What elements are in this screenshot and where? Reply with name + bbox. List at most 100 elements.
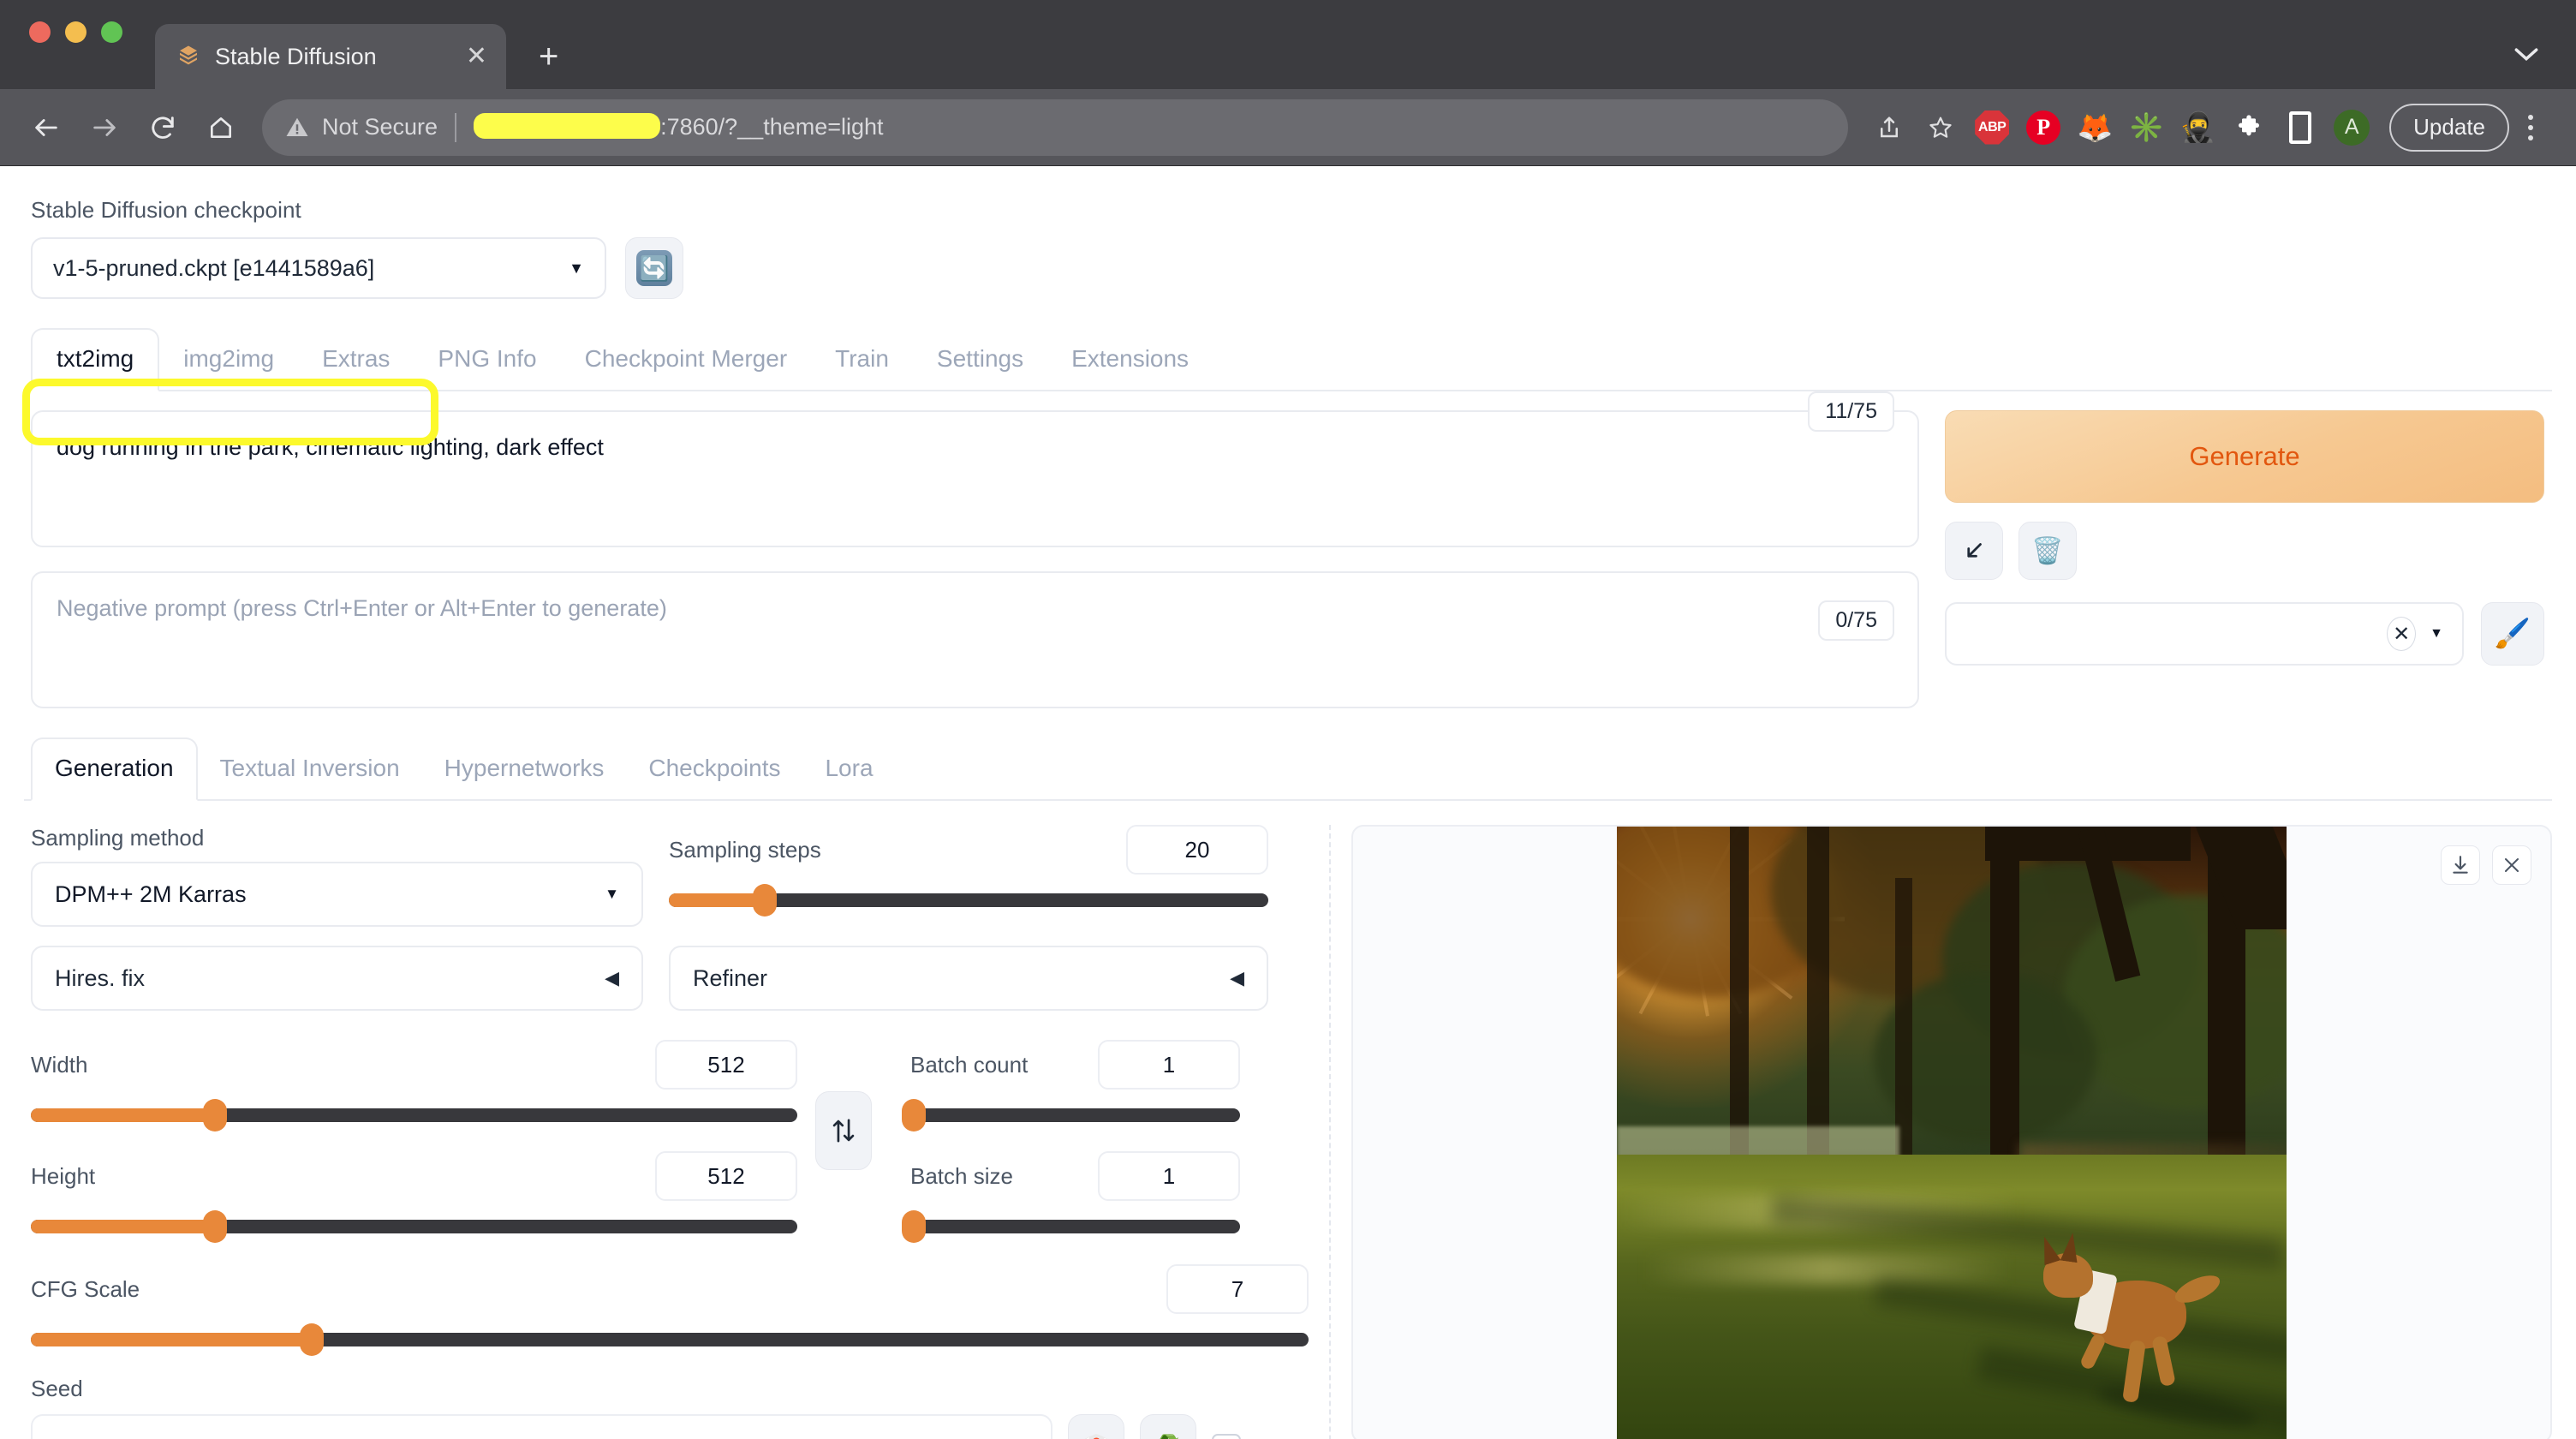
seed-input[interactable]: -1 bbox=[31, 1414, 1052, 1439]
tab-extensions[interactable]: Extensions bbox=[1047, 330, 1213, 390]
tab-checkpoint-merger[interactable]: Checkpoint Merger bbox=[561, 330, 812, 390]
security-status-label: Not Secure bbox=[322, 114, 438, 140]
height-value[interactable]: 512 bbox=[655, 1151, 797, 1201]
plus-icon[interactable]: + bbox=[539, 39, 558, 89]
generate-button[interactable]: Generate bbox=[1945, 410, 2544, 503]
metamask-fox-icon[interactable]: 🦊 bbox=[2069, 102, 2120, 153]
generate-column: Generate 🗑️ ✕ ▼ 🖌️ bbox=[1945, 410, 2544, 708]
width-slider[interactable] bbox=[31, 1108, 797, 1122]
batch-count-value[interactable]: 1 bbox=[1098, 1040, 1240, 1090]
close-icon[interactable]: ✕ bbox=[466, 44, 487, 69]
download-icon[interactable] bbox=[2441, 845, 2480, 885]
back-arrow-icon[interactable] bbox=[17, 99, 75, 157]
sampling-steps-slider[interactable] bbox=[669, 893, 1268, 907]
cfg-scale-value[interactable]: 7 bbox=[1166, 1264, 1309, 1314]
tab-img2img[interactable]: img2img bbox=[159, 330, 298, 390]
triangle-left-icon: ◀ bbox=[1230, 967, 1244, 989]
puzzle-extensions-icon[interactable] bbox=[2223, 102, 2275, 153]
forward-arrow-icon[interactable] bbox=[75, 99, 134, 157]
kebab-menu-icon[interactable] bbox=[2509, 102, 2552, 153]
chevron-down-icon: ▼ bbox=[2430, 626, 2443, 642]
skip-button[interactable]: 🗑️ bbox=[2018, 522, 2077, 580]
tab-generation[interactable]: Generation bbox=[31, 737, 198, 801]
sampling-steps-header: Sampling steps 20 bbox=[669, 825, 1268, 875]
cfg-scale-label: CFG Scale bbox=[31, 1276, 140, 1303]
hires-fix-accordion[interactable]: Hires. fix ◀ bbox=[31, 946, 643, 1011]
batch-count-slider[interactable] bbox=[910, 1108, 1240, 1122]
close-window-button[interactable] bbox=[29, 21, 51, 43]
adblock-plus-icon[interactable]: ABP bbox=[1966, 102, 2018, 153]
tab-textual-inversion[interactable]: Textual Inversion bbox=[198, 739, 422, 799]
height-header: Height 512 bbox=[31, 1151, 797, 1201]
tab-settings[interactable]: Settings bbox=[913, 330, 1047, 390]
edit-styles-button[interactable]: 🖌️ bbox=[2481, 602, 2544, 666]
recycle-icon: ♻️ bbox=[1153, 1434, 1184, 1439]
avatar[interactable]: A bbox=[2326, 102, 2377, 153]
sampling-steps-value[interactable]: 20 bbox=[1126, 825, 1268, 875]
refresh-checkpoints-button[interactable]: 🔄 bbox=[625, 237, 683, 299]
tab-hypernetworks[interactable]: Hypernetworks bbox=[422, 739, 627, 799]
star-icon[interactable] bbox=[1915, 102, 1966, 153]
sampler-row: Sampling method DPM++ 2M Karras ▼ Sampli… bbox=[31, 825, 1309, 927]
prompt-area: dog running in the park, cinematic light… bbox=[24, 410, 2552, 708]
styles-dropdown[interactable]: ✕ ▼ bbox=[1945, 602, 2464, 666]
pinterest-icon[interactable]: P bbox=[2018, 102, 2069, 153]
random-seed-button[interactable]: 🎲 bbox=[1068, 1414, 1124, 1439]
reuse-seed-button[interactable]: ♻️ bbox=[1140, 1414, 1196, 1439]
cfg-scale-header: CFG Scale 7 bbox=[31, 1264, 1309, 1314]
swap-dimensions-button[interactable] bbox=[815, 1091, 872, 1170]
checkpoint-row: v1-5-pruned.ckpt [e1441589a6] ▼ 🔄 bbox=[24, 237, 2552, 299]
generated-image-canvas bbox=[1617, 827, 2287, 1439]
grammarly-icon[interactable]: ✳️ bbox=[2120, 102, 2172, 153]
x-icon[interactable]: ✕ bbox=[2387, 617, 2416, 651]
webui-page: Stable Diffusion checkpoint v1-5-pruned.… bbox=[0, 166, 2576, 1439]
tab-extras[interactable]: Extras bbox=[298, 330, 414, 390]
address-bar[interactable]: Not Secure :7860/?__theme=light bbox=[262, 99, 1848, 156]
trash-icon: 🗑️ bbox=[2031, 536, 2063, 566]
paintbrush-icon: 🖌️ bbox=[2495, 617, 2531, 651]
window-traffic-lights bbox=[29, 0, 122, 89]
share-icon[interactable] bbox=[1863, 102, 1915, 153]
close-icon[interactable] bbox=[2492, 845, 2531, 885]
sidepanel-icon[interactable] bbox=[2275, 102, 2326, 153]
checkpoint-dropdown[interactable]: v1-5-pruned.ckpt [e1441589a6] ▼ bbox=[31, 237, 606, 299]
prompt-input[interactable]: dog running in the park, cinematic light… bbox=[31, 410, 1919, 547]
tab-txt2img[interactable]: txt2img bbox=[31, 328, 159, 391]
minimize-window-button[interactable] bbox=[65, 21, 86, 43]
refiner-accordion[interactable]: Refiner ◀ bbox=[669, 946, 1268, 1011]
output-toolbar bbox=[2441, 845, 2531, 885]
batch-group: Batch count 1 Batch size 1 bbox=[910, 1040, 1240, 1233]
extra-seed-checkbox[interactable] bbox=[1212, 1434, 1241, 1439]
batch-size-slider[interactable] bbox=[910, 1220, 1240, 1233]
dimensions-row: Width 512 Height 512 bbox=[31, 1040, 1309, 1233]
reload-icon[interactable] bbox=[134, 99, 192, 157]
swap-dimensions-group bbox=[797, 1040, 890, 1170]
triangle-left-icon: ◀ bbox=[605, 967, 619, 989]
update-button[interactable]: Update bbox=[2389, 104, 2509, 152]
sampling-method-value: DPM++ 2M Karras bbox=[55, 881, 247, 908]
sampling-method-dropdown[interactable]: DPM++ 2M Karras ▼ bbox=[31, 862, 643, 927]
chevron-down-icon: ▼ bbox=[569, 260, 584, 278]
interrupt-button[interactable] bbox=[1945, 522, 2003, 580]
cfg-scale-group: CFG Scale 7 bbox=[31, 1264, 1309, 1346]
settings-panel: Sampling method DPM++ 2M Karras ▼ Sampli… bbox=[24, 825, 1309, 1439]
maximize-window-button[interactable] bbox=[101, 21, 122, 43]
width-value[interactable]: 512 bbox=[655, 1040, 797, 1090]
seed-label: Seed bbox=[31, 1376, 1309, 1402]
browser-tab[interactable]: Stable Diffusion ✕ bbox=[155, 24, 506, 89]
batch-size-value[interactable]: 1 bbox=[1098, 1151, 1240, 1201]
tab-lora[interactable]: Lora bbox=[802, 739, 895, 799]
generated-image[interactable] bbox=[1617, 827, 2287, 1439]
browser-tab-strip: Stable Diffusion ✕ + bbox=[0, 0, 2576, 89]
home-icon[interactable] bbox=[192, 99, 250, 157]
tab-checkpoints[interactable]: Checkpoints bbox=[626, 739, 802, 799]
tab-png-info[interactable]: PNG Info bbox=[414, 330, 560, 390]
ninja-extension-icon[interactable]: 🥷 bbox=[2172, 102, 2223, 153]
extra-seed-label: Extra bbox=[1256, 1436, 1309, 1439]
negative-prompt-input[interactable]: Negative prompt (press Ctrl+Enter or Alt… bbox=[31, 571, 1919, 708]
tab-train[interactable]: Train bbox=[811, 330, 913, 390]
url-path: :7860/?__theme=light bbox=[660, 114, 883, 140]
height-slider[interactable] bbox=[31, 1220, 797, 1233]
cfg-scale-slider[interactable] bbox=[31, 1333, 1309, 1346]
chevron-down-icon[interactable] bbox=[2514, 42, 2538, 69]
